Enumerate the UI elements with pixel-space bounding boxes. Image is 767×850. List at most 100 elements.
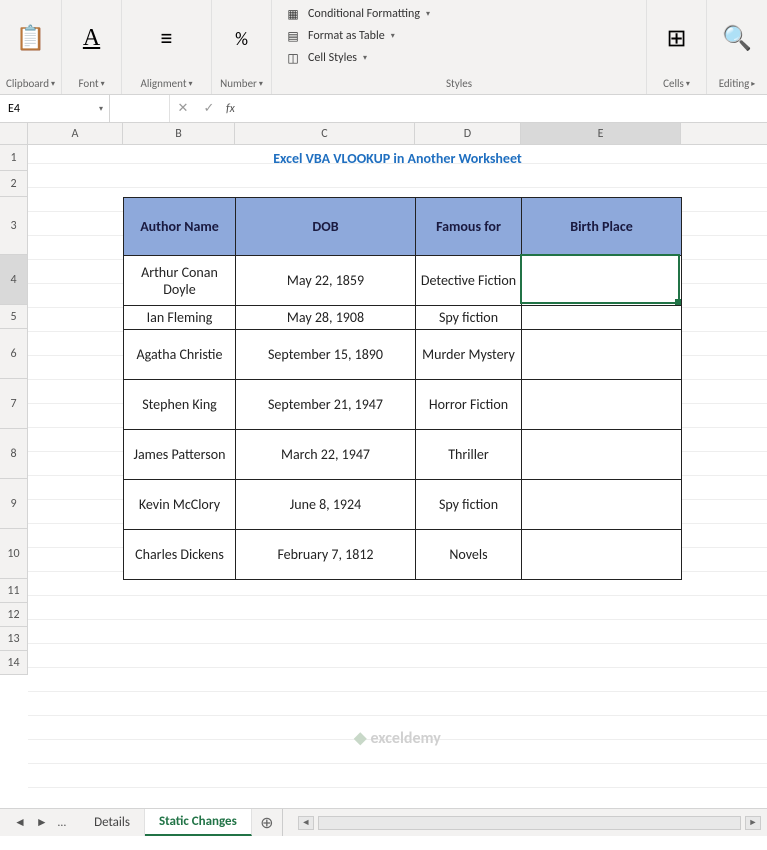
table-header[interactable]: Author Name bbox=[124, 198, 236, 256]
tab-nav-more-icon[interactable]: … bbox=[58, 816, 66, 830]
table-cell[interactable]: Charles Dickens bbox=[124, 530, 236, 580]
table-cell[interactable] bbox=[522, 530, 682, 580]
table-cell[interactable]: March 22, 1947 bbox=[236, 430, 416, 480]
chevron-down-icon[interactable]: ▾ bbox=[101, 79, 105, 89]
chevron-right-icon[interactable]: ▸ bbox=[751, 79, 755, 89]
chevron-down-icon[interactable]: ▾ bbox=[189, 79, 193, 89]
table-cell[interactable]: Ian Fleming bbox=[124, 306, 236, 330]
paste-icon[interactable]: 📋 bbox=[13, 19, 49, 59]
row-header-9[interactable]: 9 bbox=[0, 479, 27, 529]
tab-nav-prev-icon[interactable]: ◄ bbox=[14, 815, 26, 830]
fx-label[interactable]: fx bbox=[222, 95, 239, 122]
row-headers: 1234567891011121314 bbox=[0, 145, 28, 675]
chevron-down-icon[interactable]: ▾ bbox=[51, 79, 55, 89]
find-icon[interactable]: 🔍 bbox=[719, 19, 755, 59]
column-header-E[interactable]: E bbox=[521, 123, 681, 144]
column-header-C[interactable]: C bbox=[235, 123, 415, 144]
enter-formula-button[interactable]: ✓ bbox=[196, 95, 222, 122]
column-header-B[interactable]: B bbox=[123, 123, 235, 144]
table-cell[interactable]: June 8, 1924 bbox=[236, 480, 416, 530]
row-header-2[interactable]: 2 bbox=[0, 171, 27, 197]
cells-area[interactable]: Excel VBA VLOOKUP in Another Worksheet A… bbox=[28, 145, 767, 808]
format-as-table-button[interactable]: ▤Format as Table▾ bbox=[282, 26, 397, 46]
column-header-A[interactable]: A bbox=[28, 123, 123, 144]
worksheet-grid[interactable]: ABCDE 1234567891011121314 Excel VBA VLOO… bbox=[0, 123, 767, 808]
column-headers: ABCDE bbox=[28, 123, 767, 145]
column-header-D[interactable]: D bbox=[415, 123, 521, 144]
formula-input[interactable] bbox=[239, 95, 767, 122]
row-header-1[interactable]: 1 bbox=[0, 145, 27, 171]
row-header-5[interactable]: 5 bbox=[0, 305, 27, 329]
sheet-tab-static-changes[interactable]: Static Changes bbox=[145, 809, 252, 836]
row-header-12[interactable]: 12 bbox=[0, 603, 27, 627]
chevron-down-icon: ▾ bbox=[363, 53, 367, 63]
row-header-11[interactable]: 11 bbox=[0, 579, 27, 603]
font-icon[interactable]: A bbox=[74, 19, 110, 59]
table-cell[interactable]: Kevin McClory bbox=[124, 480, 236, 530]
table-cell[interactable]: Stephen King bbox=[124, 380, 236, 430]
group-label: Editing bbox=[719, 77, 750, 90]
table-cell[interactable] bbox=[522, 380, 682, 430]
table-cell[interactable]: February 7, 1812 bbox=[236, 530, 416, 580]
group-label: Cells bbox=[663, 77, 684, 90]
table-cell[interactable] bbox=[522, 306, 682, 330]
chevron-down-icon[interactable]: ▾ bbox=[99, 104, 103, 114]
table-cell[interactable]: Spy fiction bbox=[416, 480, 522, 530]
table-cell[interactable]: Spy fiction bbox=[416, 306, 522, 330]
table-cell[interactable] bbox=[522, 256, 682, 306]
table-cell[interactable] bbox=[522, 430, 682, 480]
row-header-10[interactable]: 10 bbox=[0, 529, 27, 579]
group-label: Alignment bbox=[141, 77, 187, 90]
table-cell[interactable]: September 21, 1947 bbox=[236, 380, 416, 430]
table-cell[interactable]: Murder Mystery bbox=[416, 330, 522, 380]
cell-styles-button[interactable]: ◫Cell Styles▾ bbox=[282, 48, 369, 68]
scroll-right-icon[interactable]: ► bbox=[745, 816, 761, 830]
scroll-left-icon[interactable]: ◄ bbox=[298, 816, 314, 830]
data-table: Author NameDOBFamous forBirth Place Arthu… bbox=[123, 197, 682, 580]
row-header-3[interactable]: 3 bbox=[0, 197, 27, 255]
table-header[interactable]: DOB bbox=[236, 198, 416, 256]
group-label: Font bbox=[78, 77, 98, 90]
table-cell[interactable]: September 15, 1890 bbox=[236, 330, 416, 380]
table-cell[interactable]: James Patterson bbox=[124, 430, 236, 480]
table-cell[interactable]: Agatha Christie bbox=[124, 330, 236, 380]
ribbon-group-clipboard: 📋 Clipboard▾ bbox=[0, 0, 62, 94]
conditional-formatting-button[interactable]: ▦Conditional Formatting▾ bbox=[282, 4, 432, 24]
table-cell[interactable]: Arthur Conan Doyle bbox=[124, 256, 236, 306]
add-sheet-button[interactable]: ⊕ bbox=[252, 809, 282, 836]
ribbon-group-alignment: ≡ Alignment▾ bbox=[122, 0, 212, 94]
row-header-7[interactable]: 7 bbox=[0, 379, 27, 429]
table-header[interactable]: Famous for bbox=[416, 198, 522, 256]
row-header-6[interactable]: 6 bbox=[0, 329, 27, 379]
ribbon-group-number: % Number▾ bbox=[212, 0, 272, 94]
tab-nav-next-icon[interactable]: ► bbox=[36, 815, 48, 830]
sheet-tab-details[interactable]: Details bbox=[80, 809, 145, 836]
row-header-4[interactable]: 4 bbox=[0, 255, 27, 305]
alignment-icon[interactable]: ≡ bbox=[149, 19, 185, 59]
chevron-down-icon[interactable]: ▾ bbox=[259, 79, 263, 89]
select-all-corner[interactable] bbox=[0, 123, 28, 145]
page-title: Excel VBA VLOOKUP in Another Worksheet bbox=[28, 145, 767, 171]
horizontal-scrollbar[interactable]: ◄ ► bbox=[292, 809, 767, 836]
watermark: ◆exceldemy bbox=[354, 728, 441, 748]
table-cell[interactable] bbox=[522, 480, 682, 530]
table-cell[interactable]: Detective Fiction bbox=[416, 256, 522, 306]
cancel-formula-button[interactable]: ✕ bbox=[170, 95, 196, 122]
number-icon[interactable]: % bbox=[224, 19, 260, 59]
table-cell[interactable]: May 22, 1859 bbox=[236, 256, 416, 306]
table-header[interactable]: Birth Place bbox=[522, 198, 682, 256]
row-header-8[interactable]: 8 bbox=[0, 429, 27, 479]
name-box[interactable]: E4▾ bbox=[0, 95, 110, 122]
row-header-14[interactable]: 14 bbox=[0, 651, 27, 675]
table-cell[interactable] bbox=[522, 330, 682, 380]
cells-icon[interactable]: ⊞ bbox=[659, 19, 695, 59]
chevron-down-icon[interactable]: ▾ bbox=[686, 79, 690, 89]
scroll-track[interactable] bbox=[318, 816, 741, 830]
table-cell[interactable]: May 28, 1908 bbox=[236, 306, 416, 330]
row-header-13[interactable]: 13 bbox=[0, 627, 27, 651]
table-cell[interactable]: Horror Fiction bbox=[416, 380, 522, 430]
ribbon-group-styles: ▦Conditional Formatting▾ ▤Format as Tabl… bbox=[272, 0, 647, 94]
table-cell[interactable]: Thriller bbox=[416, 430, 522, 480]
table-cell[interactable]: Novels bbox=[416, 530, 522, 580]
formula-bar: E4▾ ✕ ✓ fx bbox=[0, 95, 767, 123]
